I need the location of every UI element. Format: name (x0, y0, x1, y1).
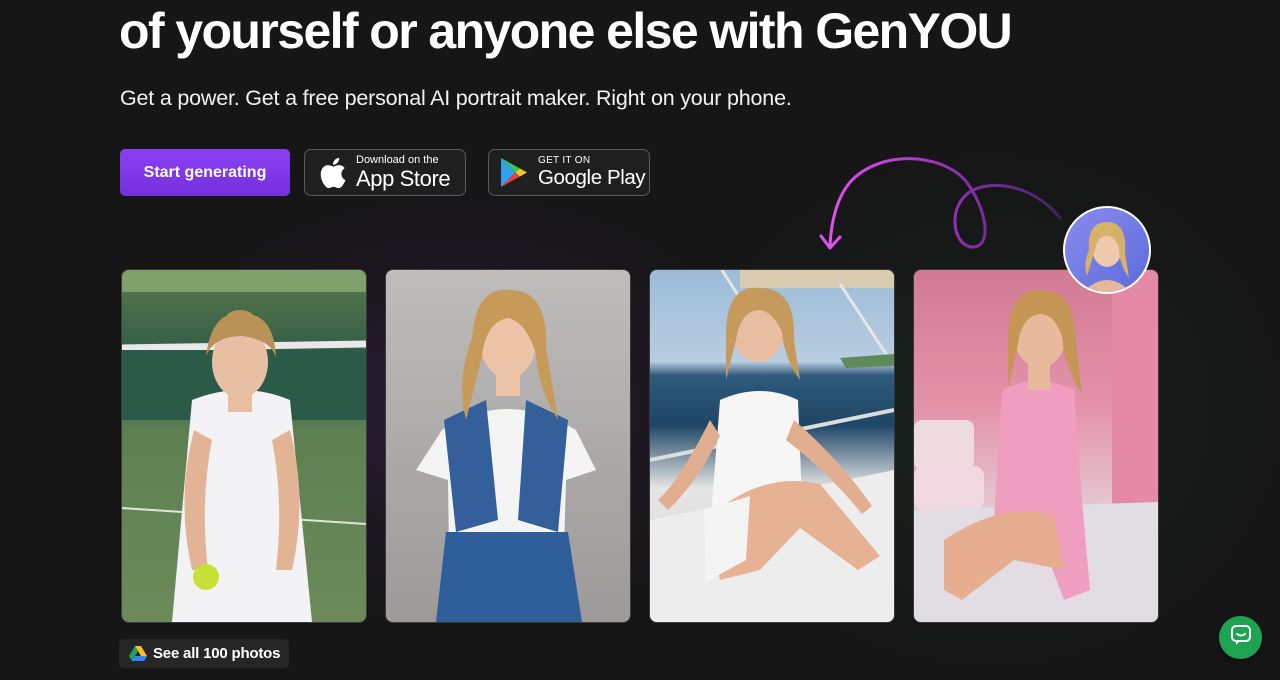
gallery-photo-tennis (121, 269, 367, 623)
google-drive-icon (129, 645, 147, 662)
google-play-icon (500, 157, 528, 188)
chat-bubble-icon (1230, 624, 1252, 651)
apple-icon (319, 157, 346, 189)
curved-arrow-icon (819, 157, 1062, 250)
google-play-badge[interactable]: GET IT ON Google Play (488, 149, 650, 196)
hero-subheadline: Get a power. Get a free personal AI port… (120, 86, 792, 110)
see-all-photos-label: See all 100 photos (153, 645, 281, 662)
app-store-large-label: App Store (356, 166, 451, 191)
start-generating-button[interactable]: Start generating (120, 149, 290, 196)
app-store-badge[interactable]: Download on the App Store (304, 149, 466, 196)
gallery-photo-yacht (649, 269, 895, 623)
chat-launcher-button[interactable] (1219, 616, 1262, 659)
gallery-photo-pink-bedroom (913, 269, 1159, 623)
google-play-large-label: Google Play (538, 166, 646, 190)
app-store-small-label: Download on the (356, 154, 439, 166)
see-all-photos-button[interactable]: See all 100 photos (119, 639, 289, 668)
gallery-photo-denim (385, 269, 631, 623)
hero-headline: of yourself or anyone else with GenYOU (119, 3, 1013, 59)
google-play-small-label: GET IT ON (538, 155, 591, 167)
source-avatar (1063, 206, 1151, 294)
